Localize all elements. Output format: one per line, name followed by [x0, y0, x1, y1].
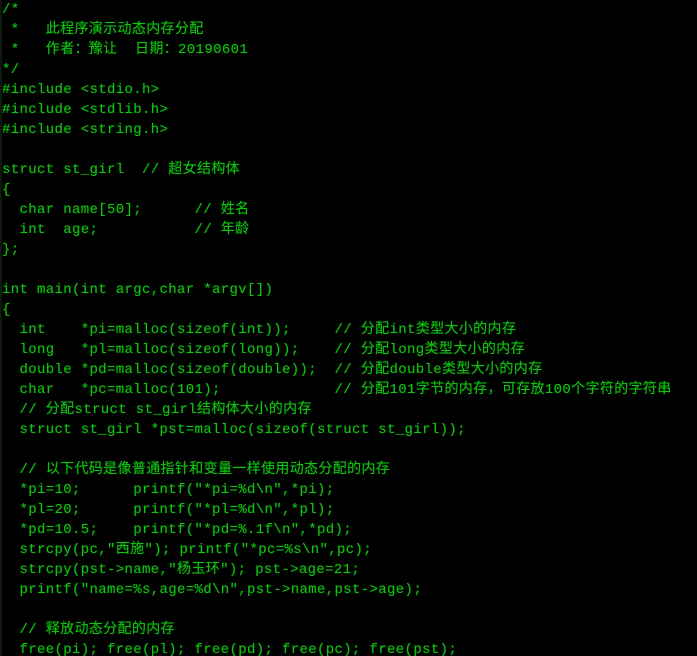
code-line: free(pi); free(pl); free(pd); free(pc); … [2, 642, 458, 656]
code-line: { [2, 182, 11, 198]
terminal-window[interactable]: /* * 此程序演示动态内存分配 * 作者：豫让 日期：20190601 */ #i… [0, 0, 697, 656]
code-line: #include <string.h> [2, 122, 169, 138]
code-line: *pl=20; printf("*pl=%d\n",*pl); [2, 502, 335, 518]
code-line: long *pl=malloc(sizeof(long)); // 分配long… [2, 342, 525, 358]
code-line: struct st_girl *pst=malloc(sizeof(struct… [2, 422, 466, 438]
code-line: * 此程序演示动态内存分配 [2, 22, 204, 38]
code-line: *pi=10; printf("*pi=%d\n",*pi); [2, 482, 335, 498]
code-line: printf("name=%s,age=%d\n",pst->name,pst-… [2, 582, 423, 598]
code-line: *pd=10.5; printf("*pd=%.1f\n",*pd); [2, 522, 353, 538]
code-line: struct st_girl // 超女结构体 [2, 162, 241, 178]
code-line: // 释放动态分配的内存 [2, 622, 175, 638]
code-line: #include <stdio.h> [2, 82, 160, 98]
code-line: // 分配struct st_girl结构体大小的内存 [2, 402, 312, 418]
code-line: double *pd=malloc(sizeof(double)); // 分配… [2, 362, 543, 378]
code-line: #include <stdlib.h> [2, 102, 169, 118]
code-line: char *pc=malloc(101); // 分配101字节的内存，可存放1… [2, 382, 672, 398]
code-line: */ [2, 62, 20, 78]
code-line: // 以下代码是像普通指针和变量一样使用动态分配的内存 [2, 462, 391, 478]
code-line: int *pi=malloc(sizeof(int)); // 分配int类型大… [2, 322, 517, 338]
code-line: strcpy(pc,"西施"); printf("*pc=%s\n",pc); [2, 542, 373, 558]
code-line: }; [2, 242, 20, 258]
code-line: int age; // 年龄 [2, 222, 250, 238]
code-line: int main(int argc,char *argv[]) [2, 282, 274, 298]
code-line: /* [2, 2, 20, 18]
code-line: { [2, 302, 11, 318]
code-text-area[interactable]: /* * 此程序演示动态内存分配 * 作者：豫让 日期：20190601 */ #i… [2, 0, 697, 656]
code-line: * 作者：豫让 日期：20190601 [2, 42, 249, 58]
code-line: char name[50]; // 姓名 [2, 202, 250, 218]
code-line: strcpy(pst->name,"杨玉环"); pst->age=21; [2, 562, 361, 578]
